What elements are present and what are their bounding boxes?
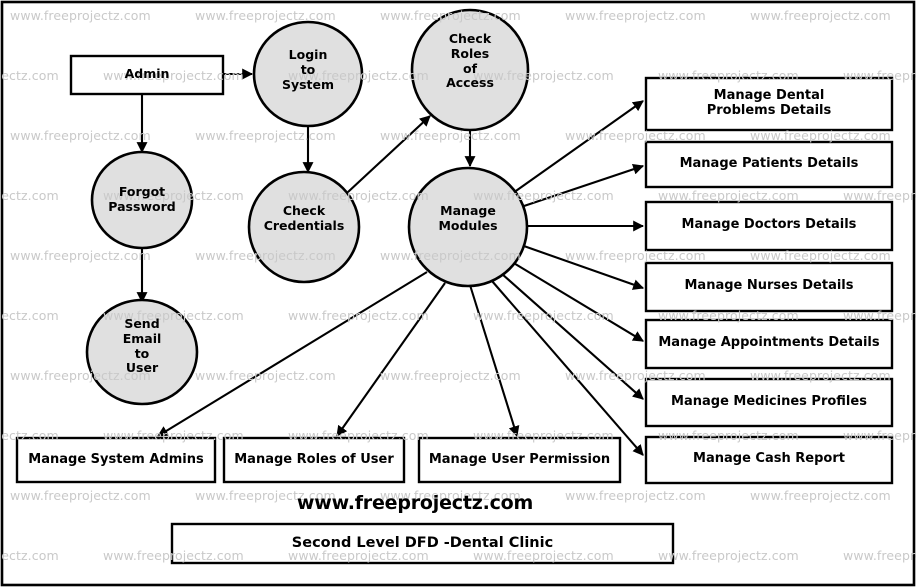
box-manage-doctors[interactable]: [644, 200, 894, 252]
box-manage-dental-problems[interactable]: [644, 76, 894, 132]
box-manage-roles-of-user[interactable]: [222, 436, 406, 484]
process-login-to-system[interactable]: [252, 20, 364, 128]
flow-modules-to-dental-problems: [512, 100, 644, 194]
bottom-module-boxes: [15, 436, 622, 484]
dfd-diagram-canvas: www.freeprojectz.com www.freeprojectz.com…: [0, 0, 916, 587]
process-check-credentials[interactable]: [247, 170, 361, 284]
flow-credentials-to-checkroles: [347, 115, 431, 193]
process-manage-modules[interactable]: [407, 166, 529, 288]
flow-edges: [136, 68, 645, 456]
entity-admin[interactable]: [69, 54, 225, 96]
flow-modules-to-patients: [520, 163, 645, 208]
box-manage-nurses[interactable]: [644, 261, 894, 313]
right-module-boxes: [644, 76, 894, 485]
flow-modules-to-system-admins: [157, 271, 428, 437]
flow-modules-to-medicines: [501, 273, 644, 400]
box-manage-medicines[interactable]: [644, 377, 894, 428]
process-check-roles-of-access[interactable]: [410, 8, 530, 132]
box-manage-cash-report[interactable]: [644, 435, 894, 485]
flow-modules-to-roles-of-user: [336, 282, 446, 437]
process-forgot-password[interactable]: [90, 150, 194, 250]
flow-modules-to-nurses: [520, 244, 645, 290]
process-send-email-to-user[interactable]: [85, 298, 199, 406]
flow-modules-to-user-permission: [468, 284, 520, 438]
box-diagram-title: [170, 522, 675, 565]
dfd-svg: [0, 0, 916, 587]
box-manage-patients[interactable]: [644, 140, 894, 189]
box-manage-user-permission[interactable]: [417, 436, 622, 484]
box-manage-appointments[interactable]: [644, 318, 894, 370]
box-manage-system-admins[interactable]: [15, 436, 217, 484]
